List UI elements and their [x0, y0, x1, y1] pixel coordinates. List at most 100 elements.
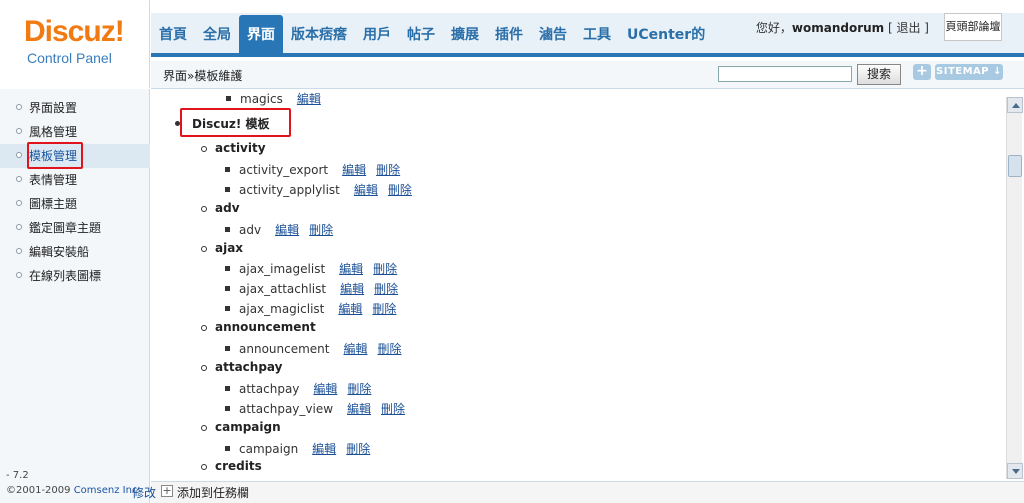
delete-link[interactable]: 刪除: [309, 223, 333, 237]
circle-bullet-icon: [201, 205, 207, 212]
template-section: adv: [201, 200, 240, 215]
bullet-icon: [16, 248, 22, 254]
template-item: attachpay 編輯 刪除: [225, 380, 371, 397]
sidebar: 界面設置 風格管理 模板管理 表情管理 圖標主題 鑑定圖章主題 編輯安裝船 在線列表圖標 - …: [0, 89, 150, 503]
sidebar-item-7[interactable]: 在線列表圖標: [0, 264, 150, 288]
edit-link[interactable]: 編輯: [338, 302, 362, 316]
tab-2[interactable]: 界面: [239, 15, 283, 53]
scroll-down-icon[interactable]: [1007, 463, 1023, 479]
edit-link[interactable]: 編輯: [342, 163, 366, 177]
delete-link[interactable]: 刪除: [388, 183, 412, 197]
edit-link[interactable]: 編輯: [340, 282, 364, 296]
template-section: attachpay: [201, 359, 283, 374]
delete-link[interactable]: 刪除: [374, 282, 398, 296]
sidebar-item-3[interactable]: 表情管理: [0, 168, 150, 192]
section-name: credits: [215, 459, 262, 474]
circle-bullet-icon: [201, 325, 207, 332]
username[interactable]: womandorum: [792, 21, 884, 35]
edit-link[interactable]: 編輯: [354, 183, 378, 197]
square-bullet-icon: [225, 346, 230, 351]
circle-bullet-icon: [201, 146, 207, 152]
template-item-name: activity_export: [239, 162, 329, 177]
tab-0[interactable]: 首頁: [151, 13, 195, 53]
company-link[interactable]: Comsenz Inc: [74, 485, 138, 496]
section-name: activity: [215, 141, 266, 155]
scroll-thumb[interactable]: [1008, 155, 1022, 177]
logo[interactable]: Discuz! Control Panel: [0, 0, 150, 88]
edit-link[interactable]: 修改: [132, 484, 156, 501]
tab-7[interactable]: 插件: [487, 13, 531, 53]
sidebar-item-4[interactable]: 圖標主題: [0, 192, 150, 216]
tab-8[interactable]: 滷告: [531, 13, 575, 53]
scrollbar[interactable]: [1006, 97, 1023, 479]
add-to-taskbar-link[interactable]: 添加到任務欄: [177, 484, 249, 501]
delete-link[interactable]: 刪除: [373, 262, 397, 276]
edit-link[interactable]: 編輯: [339, 262, 363, 276]
breadcrumb-link[interactable]: 界面: [163, 69, 187, 83]
tab-6[interactable]: 擴展: [443, 13, 487, 53]
template-item-name: activity_applylist: [239, 182, 340, 197]
section-name: ajax: [215, 240, 244, 255]
edit-link[interactable]: 編輯: [297, 92, 321, 106]
delete-link[interactable]: 刪除: [378, 342, 402, 356]
template-section: ajax: [201, 240, 244, 255]
delete-link[interactable]: 刪除: [347, 382, 371, 396]
bullet-icon: [16, 176, 22, 182]
delete-link[interactable]: 刪除: [376, 163, 400, 177]
tab-10[interactable]: UCenter的: [619, 13, 713, 53]
template-item: activity_applylist 編輯 刪除: [225, 181, 412, 198]
search-button[interactable]: 搜索: [857, 64, 901, 85]
tab-1[interactable]: 全局: [195, 13, 239, 53]
template-item: magics 編輯: [226, 90, 321, 107]
tab-9[interactable]: 工具: [575, 13, 619, 53]
circle-bullet-icon: [201, 245, 207, 252]
sidebar-item-6[interactable]: 編輯安裝船: [0, 240, 150, 264]
sidebar-item-0[interactable]: 界面設置: [0, 96, 150, 120]
template-item: activity_export 編輯 刪除: [225, 161, 400, 178]
circle-bullet-icon: [201, 424, 207, 431]
circle-bullet-icon: [201, 464, 207, 471]
template-item: campaign 編輯 刪除: [225, 440, 370, 457]
template-section: announcement: [201, 320, 316, 335]
scroll-up-icon[interactable]: [1007, 97, 1023, 113]
edit-link[interactable]: 編輯: [275, 223, 299, 237]
delete-link[interactable]: 刪除: [381, 402, 405, 416]
edit-link[interactable]: 編輯: [347, 402, 371, 416]
edit-link[interactable]: 編輯: [312, 442, 336, 456]
search-input[interactable]: [718, 66, 852, 82]
add-icon[interactable]: +: [161, 485, 173, 497]
sitemap-button[interactable]: SITEMAP ↓: [935, 64, 1003, 80]
plus-button[interactable]: +: [913, 64, 931, 80]
square-bullet-icon: [225, 405, 230, 411]
circle-bullet-icon: [201, 364, 207, 371]
square-bullet-icon: [226, 96, 231, 101]
delete-link[interactable]: 刪除: [346, 442, 370, 456]
user-bar: 您好，womandorum [ 退出 ]: [756, 19, 929, 36]
breadcrumb-bar: 界面»模板維護 搜索 + SITEMAP ↓: [151, 61, 1024, 89]
square-bullet-icon: [225, 266, 230, 272]
delete-link[interactable]: 刪除: [372, 302, 396, 316]
logo-name: Discuz!: [24, 15, 125, 48]
top-nav: 首頁 全局 界面 版本痞瘩 用戶 帖子 擴展 插件 滷告 工具 UCenter的 您好，womand…: [151, 13, 1024, 57]
sidebar-item-label: 在線列表圖標: [29, 269, 102, 283]
section-name: announcement: [215, 320, 316, 335]
tab-4[interactable]: 用戶: [355, 13, 399, 53]
copyright-text: ©2001-2009: [6, 485, 74, 496]
sidebar-item-5[interactable]: 鑑定圖章主題: [0, 216, 150, 240]
tab-3[interactable]: 版本痞瘩: [283, 13, 355, 53]
square-bullet-icon: [225, 445, 230, 451]
template-item-name: announcement: [239, 342, 330, 356]
sidebar-item-1[interactable]: 風格管理: [0, 120, 150, 144]
tab-5[interactable]: 帖子: [399, 13, 443, 53]
logout-link[interactable]: [ 退出 ]: [888, 21, 929, 35]
edit-link[interactable]: 編輯: [313, 382, 337, 396]
logo-subtitle: Control Panel: [27, 50, 112, 66]
sidebar-item-2[interactable]: 模板管理: [0, 144, 150, 168]
section-name: attachpay: [215, 359, 283, 374]
head-box[interactable]: 頁頭部論壇: [944, 13, 1002, 41]
section-name: adv: [215, 200, 240, 215]
edit-link[interactable]: 編輯: [343, 342, 367, 356]
template-item-name: adv: [239, 222, 262, 237]
template-item-name: ajax_imagelist: [239, 262, 326, 277]
sidebar-item-label: 界面設置: [29, 101, 78, 115]
